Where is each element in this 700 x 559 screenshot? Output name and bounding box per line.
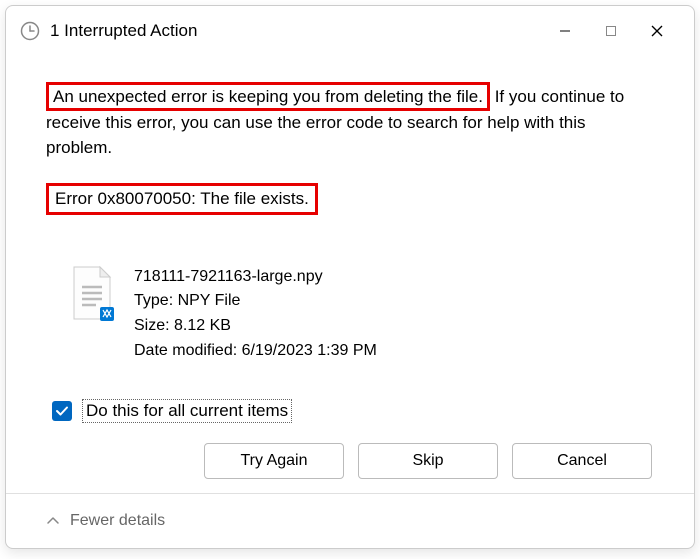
maximize-button[interactable] — [588, 16, 634, 46]
apply-all-checkbox[interactable] — [52, 401, 72, 421]
apply-all-label[interactable]: Do this for all current items — [82, 399, 292, 423]
error-highlight-primary: An unexpected error is keeping you from … — [46, 82, 490, 111]
dialog-title: 1 Interrupted Action — [50, 21, 532, 41]
file-modified: Date modified: 6/19/2023 1:39 PM — [134, 339, 377, 364]
chevron-up-icon[interactable] — [46, 514, 60, 528]
file-icon — [70, 265, 114, 321]
titlebar: 1 Interrupted Action — [6, 6, 694, 54]
file-name: 718111-7921163-large.npy — [134, 265, 377, 290]
error-highlight-code: Error 0x80070050: The file exists. — [46, 183, 318, 215]
try-again-button[interactable]: Try Again — [204, 443, 344, 479]
minimize-button[interactable] — [542, 16, 588, 46]
close-button[interactable] — [634, 16, 680, 46]
file-size: Size: 8.12 KB — [134, 314, 377, 339]
fewer-details-link[interactable]: Fewer details — [70, 512, 165, 530]
dialog-content: An unexpected error is keeping you from … — [6, 54, 694, 493]
cancel-button[interactable]: Cancel — [512, 443, 652, 479]
skip-button[interactable]: Skip — [358, 443, 498, 479]
file-info: 718111-7921163-large.npy Type: NPY File … — [70, 265, 654, 364]
button-row: Try Again Skip Cancel — [46, 443, 654, 479]
clock-icon — [20, 21, 40, 41]
error-message: An unexpected error is keeping you from … — [46, 84, 654, 161]
interrupted-action-dialog: 1 Interrupted Action An unexpected error… — [5, 5, 695, 549]
file-type: Type: NPY File — [134, 289, 377, 314]
footer: Fewer details — [6, 493, 694, 548]
window-controls — [542, 16, 680, 46]
file-details: 718111-7921163-large.npy Type: NPY File … — [134, 265, 377, 364]
apply-all-row: Do this for all current items — [52, 399, 654, 423]
error-code: Error 0x80070050: The file exists. — [46, 183, 654, 215]
